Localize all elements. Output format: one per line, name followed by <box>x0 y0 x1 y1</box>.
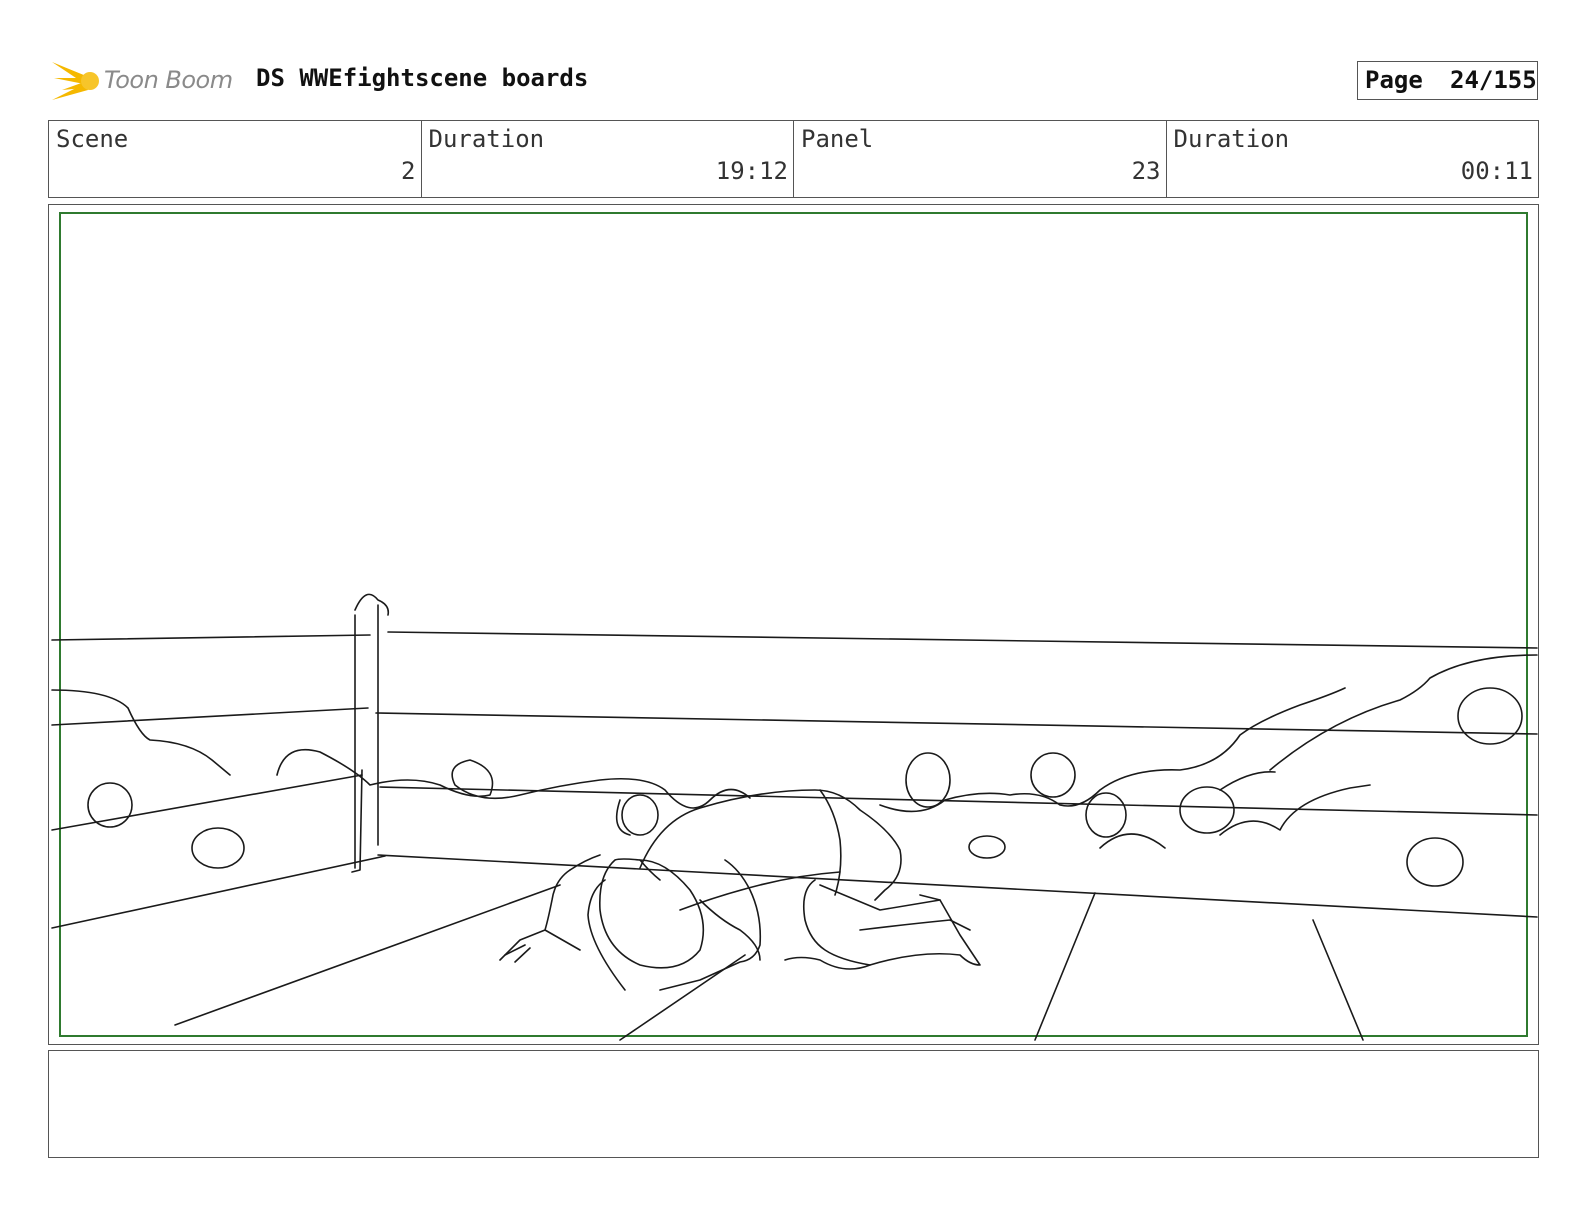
logo-text: Toon Boom <box>104 66 233 94</box>
toon-boom-logo: Toon Boom <box>52 56 242 106</box>
scene-label: Scene <box>56 125 129 153</box>
scene-value: 2 <box>401 157 416 185</box>
ring-ropes <box>51 631 1538 929</box>
panel-info-row: Scene 2 Duration 19:12 Panel 23 Duration… <box>48 120 1539 198</box>
wrestler-figure <box>499 789 981 991</box>
ring-floor <box>174 884 1364 1041</box>
document-title: DS WWEfightscene boards <box>256 64 589 92</box>
panel-duration-value: 00:11 <box>1460 157 1533 185</box>
panel-notes-area <box>48 1050 1539 1158</box>
scene-cell: Scene 2 <box>49 121 422 197</box>
scene-duration-label: Duration <box>428 125 545 153</box>
scene-duration-cell: Duration 19:12 <box>422 121 794 197</box>
panel-value: 23 <box>1131 157 1161 185</box>
panel-label: Panel <box>801 125 874 153</box>
storyboard-sketch <box>51 593 1538 1041</box>
panel-duration-label: Duration <box>1173 125 1290 153</box>
panel-duration-cell: Duration 00:11 <box>1167 121 1539 197</box>
panel-cell: Panel 23 <box>794 121 1167 197</box>
page-number: 24/155 <box>1450 66 1537 94</box>
corner-post <box>351 593 390 873</box>
starburst-icon <box>52 62 99 100</box>
page-indicator: Page 24/155 <box>1357 61 1538 100</box>
crowd-sketch <box>51 654 1538 887</box>
page-label: Page <box>1365 66 1423 94</box>
scene-duration-value: 19:12 <box>715 157 788 185</box>
